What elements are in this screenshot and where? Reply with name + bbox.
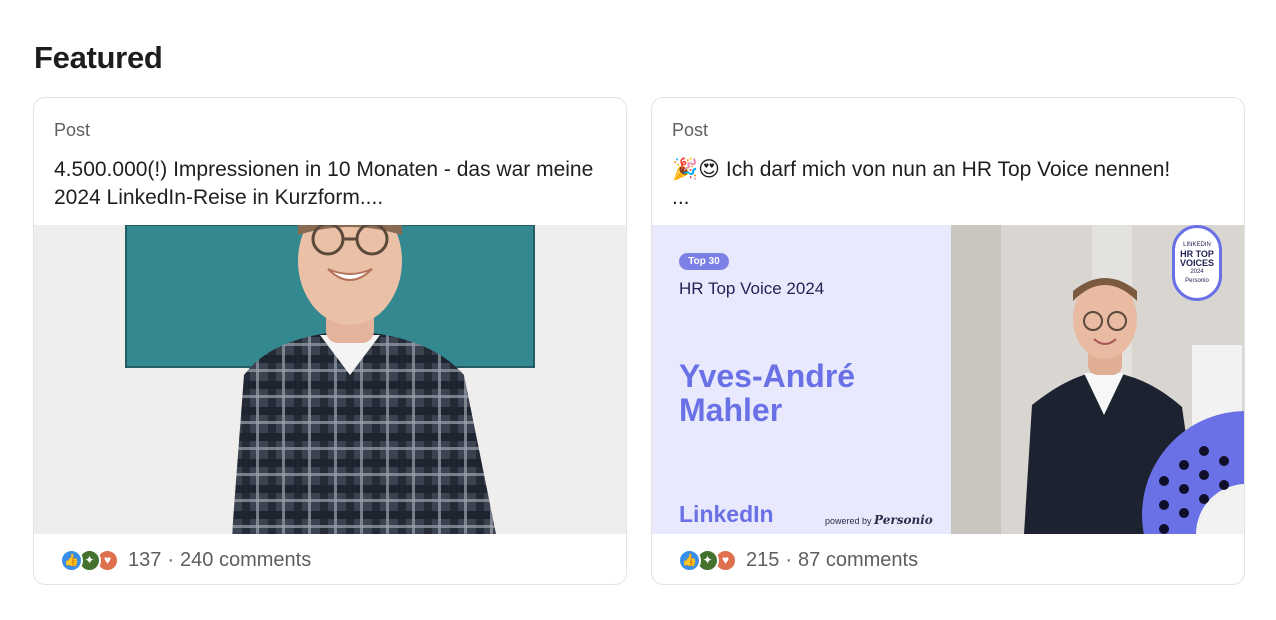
hr-top-voices-badge: LINKEDIN HR TOP VOICES 2024 Personio [1172,225,1222,301]
post-image-portrait[interactable] [34,225,626,534]
personio-logo: Personio [874,513,933,527]
like-reaction-icon: 👍 [60,548,83,572]
comments-count[interactable]: 240 comments [180,549,311,572]
card-type-label: Post [672,120,709,140]
banner-person-name: Yves-André Mahler [679,358,856,428]
powered-by-text: powered by [825,516,872,526]
badge-line: VOICES [1179,257,1214,268]
post-text[interactable]: 🎉😍 Ich darf mich von nun an HR Top Voice… [672,156,1232,212]
reactions-group[interactable]: 👍 ✦ ♥ [678,548,737,572]
section-title: Featured [34,40,163,75]
card-type-label: Post [54,120,91,140]
post-text[interactable]: 4.500.000(!) Impressionen in 10 Monaten … [54,156,614,212]
post-social-counts[interactable]: 👍 ✦ ♥ 137 · 240 comments [60,546,311,574]
banner-subtitle: HR Top Voice 2024 [679,279,825,298]
post-social-counts[interactable]: 👍 ✦ ♥ 215 · 87 comments [678,546,918,574]
featured-card-1[interactable]: Post 4.500.000(!) Impressionen in 10 Mon… [33,97,627,585]
featured-card-2[interactable]: Post 🎉😍 Ich darf mich von nun an HR Top … [651,97,1245,585]
badge-line: Personio [1185,277,1209,284]
linkedin-wordmark: LinkedIn [679,501,774,527]
comments-count[interactable]: 87 comments [798,549,918,572]
reactions-count[interactable]: 137 [128,549,161,572]
portrait-illustration [34,225,626,534]
separator-dot: · [785,548,793,571]
reactions-group[interactable]: 👍 ✦ ♥ [60,548,119,572]
top-30-pill: Top 30 [679,253,729,270]
separator-dot: · [167,548,175,571]
badge-line: 2024 [1190,268,1204,275]
banner-text-panel: Top 30 HR Top Voice 2024 Yves-André Mahl… [652,225,951,534]
powered-by-label: powered by Personio [825,513,933,527]
reactions-count[interactable]: 215 [746,549,779,572]
post-image-banner[interactable]: Top 30 HR Top Voice 2024 Yves-André Mahl… [652,225,1244,534]
like-reaction-icon: 👍 [678,548,701,572]
